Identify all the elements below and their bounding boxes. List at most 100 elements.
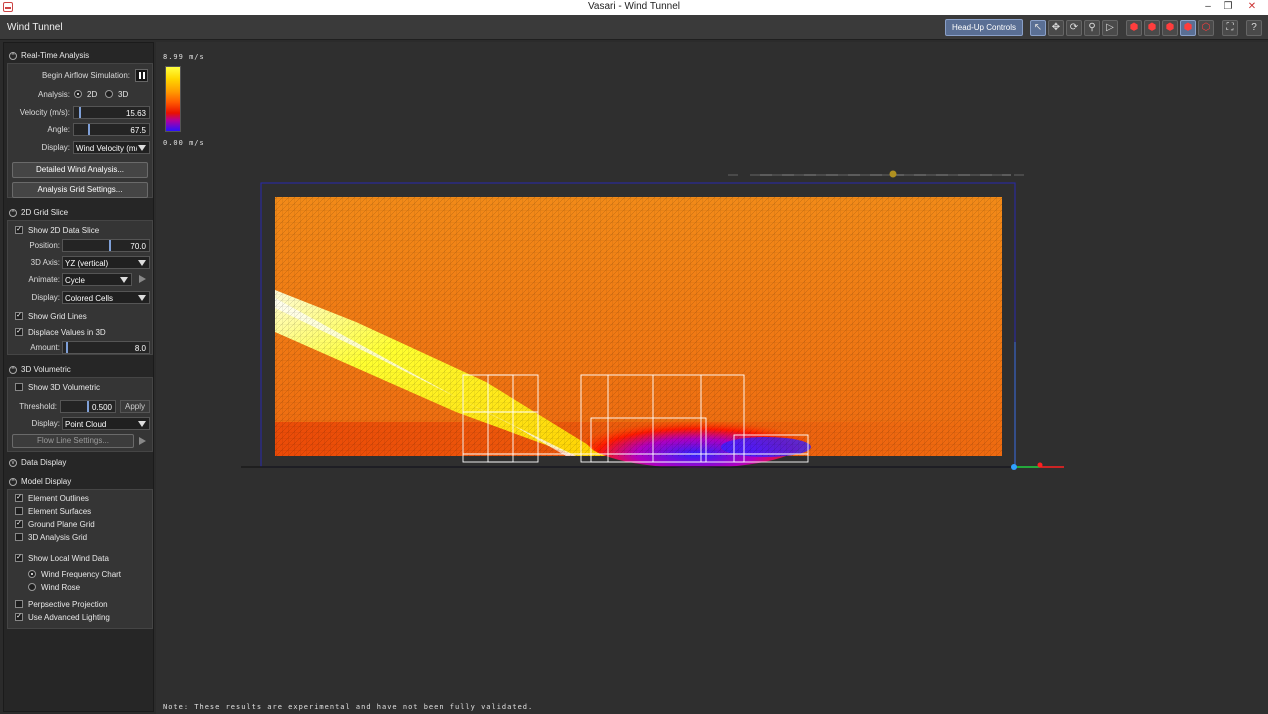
threshold-slider[interactable]: 0.500 [60,400,116,413]
volumetric-display-dropdown[interactable]: Point Cloud [62,417,150,430]
restore-button[interactable]: ❐ [1218,0,1238,15]
pan-tool-button[interactable]: ✥ [1048,20,1064,36]
data-display-header-label: Data Display [21,458,67,467]
show-2d-slice-label: Show 2D Data Slice [28,226,100,235]
show-grid-lines-checkbox[interactable]: ✓ [15,312,23,320]
head-up-controls-button[interactable]: Head-Up Controls [945,19,1023,36]
collapse-icon: ^ [9,209,17,217]
animate-dropdown[interactable]: Cycle [62,273,132,286]
show-grid-lines-label: Show Grid Lines [28,312,87,321]
amount-label: Amount: [30,343,60,352]
volumetric-header-label: 3D Volumetric [21,365,71,374]
flow-line-play-icon[interactable] [136,435,149,448]
local-wind-data-checkbox[interactable]: ✓ [15,554,23,562]
threshold-label: Threshold: [19,402,57,411]
animate-label: Animate: [28,275,60,284]
slice-header-label: 2D Grid Slice [21,208,69,217]
analysis-grid-checkbox[interactable] [15,533,23,541]
collapse-icon: ^ [9,478,17,486]
orbit-tool-button[interactable]: ⟳ [1066,20,1082,36]
analysis-grid-settings-button[interactable]: Analysis Grid Settings... [12,182,148,198]
minimize-button[interactable]: – [1198,0,1218,15]
realtime-section-header[interactable]: ^ Real-Time Analysis [7,49,153,63]
pan-icon: ✥ [1051,22,1061,33]
display-label: Display: [41,143,70,152]
play-tool-button[interactable]: ▷ [1102,20,1118,36]
view-cube-right-icon: ⬢ [1147,22,1157,33]
position-label: Position: [29,241,60,250]
wind-rose-label: Wind Rose [41,583,81,592]
begin-airflow-label: Begin Airflow Simulation: [41,71,130,80]
analysis-2d-radio[interactable] [74,90,82,98]
wind-simulation-scene[interactable] [156,42,1268,692]
detailed-wind-analysis-button[interactable]: Detailed Wind Analysis... [12,162,148,178]
close-button[interactable]: ✕ [1242,0,1262,15]
window-title: Vasari - Wind Tunnel [587,1,681,12]
slice-display-value: Colored Cells [65,294,114,303]
view-front-button[interactable]: ⬢ [1126,20,1142,36]
view-top-button[interactable]: ⬢ [1162,20,1178,36]
animate-play-button[interactable] [136,273,149,286]
wind-tunnel-panel: ^ Real-Time Analysis Begin Airflow Simul… [3,42,154,712]
position-slider[interactable]: 70.0 [62,239,150,252]
volumetric-display-value: Point Cloud [65,420,107,429]
velocity-slider-thumb[interactable] [79,107,81,118]
displace-values-label: Displace Values in 3D [28,328,106,337]
slice-display-dropdown[interactable]: Colored Cells [62,291,150,304]
velocity-value: 15.63 [125,109,146,118]
angle-slider[interactable]: 67.5 [73,123,150,136]
show-2d-slice-checkbox[interactable]: ✓ [15,226,23,234]
volumetric-section-header[interactable]: ^ 3D Volumetric [7,363,153,377]
wind-rose-radio[interactable] [28,583,36,591]
element-surfaces-checkbox[interactable] [15,507,23,515]
axis-dropdown[interactable]: YZ (vertical) [62,256,150,269]
wind-frequency-label: Wind Frequency Chart [41,570,122,579]
angle-label: Angle: [47,125,70,134]
advanced-lighting-label: Use Advanced Lighting [28,613,110,622]
position-slider-thumb[interactable] [109,240,111,251]
amount-slider[interactable]: 8.0 [62,341,150,354]
3d-viewport[interactable]: 8.99 m/s 0.00 m/s Note: These results ar… [156,42,1268,714]
help-button[interactable]: ? [1246,20,1262,36]
advanced-lighting-checkbox[interactable]: ✓ [15,613,23,621]
threshold-slider-thumb[interactable] [87,401,89,412]
zoom-tool-button[interactable]: ⚲ [1084,20,1100,36]
wind-frequency-radio[interactable] [28,570,36,578]
velocity-slider[interactable]: 15.63 [73,106,150,119]
element-outlines-checkbox[interactable]: ✓ [15,494,23,502]
analysis-3d-radio[interactable] [105,90,113,98]
amount-slider-thumb[interactable] [66,342,68,353]
angle-slider-thumb[interactable] [88,124,90,135]
select-tool-button[interactable]: ↖ [1030,20,1046,36]
view-iso-button[interactable]: ⬢ [1180,20,1196,36]
view-cube-outline-icon: ⬡ [1201,22,1211,33]
displace-values-checkbox[interactable]: ✓ [15,328,23,336]
volumetric-section: Show 3D Volumetric Threshold: 0.500 Appl… [7,377,153,452]
ground-plane-grid-checkbox[interactable]: ✓ [15,520,23,528]
realtime-section: Begin Airflow Simulation: Analysis: 2D 3… [7,63,153,198]
model-display-section-header[interactable]: ^ Model Display [7,475,153,489]
flow-line-settings-button[interactable]: Flow Line Settings... [12,434,134,448]
help-icon: ? [1251,22,1257,33]
chevron-down-icon [138,260,146,266]
display-dropdown-value: Wind Velocity (m/ [76,144,137,153]
view-right-button[interactable]: ⬢ [1144,20,1160,36]
animate-dropdown-value: Cycle [65,276,86,285]
analysis-label: Analysis: [37,90,70,99]
element-surfaces-label: Element Surfaces [28,507,92,516]
view-outline-button[interactable]: ⬡ [1198,20,1214,36]
model-display-header-label: Model Display [21,477,72,486]
view-cube-front-icon: ⬢ [1129,22,1139,33]
pause-simulation-button[interactable] [135,69,148,82]
perspective-projection-checkbox[interactable] [15,600,23,608]
zoom-icon: ⚲ [1088,22,1096,33]
sun-position-marker[interactable] [889,170,897,178]
data-display-section-header[interactable]: v Data Display [7,456,153,470]
position-value: 70.0 [130,242,146,251]
slice-section-header[interactable]: ^ 2D Grid Slice [7,206,153,220]
apply-button[interactable]: Apply [120,400,150,413]
display-dropdown[interactable]: Wind Velocity (m/ [73,141,150,154]
fit-view-button[interactable]: ⛶ [1222,20,1238,36]
model-display-section: ✓ Element Outlines Element Surfaces ✓ Gr… [7,489,153,629]
show-3d-volumetric-checkbox[interactable] [15,383,23,391]
